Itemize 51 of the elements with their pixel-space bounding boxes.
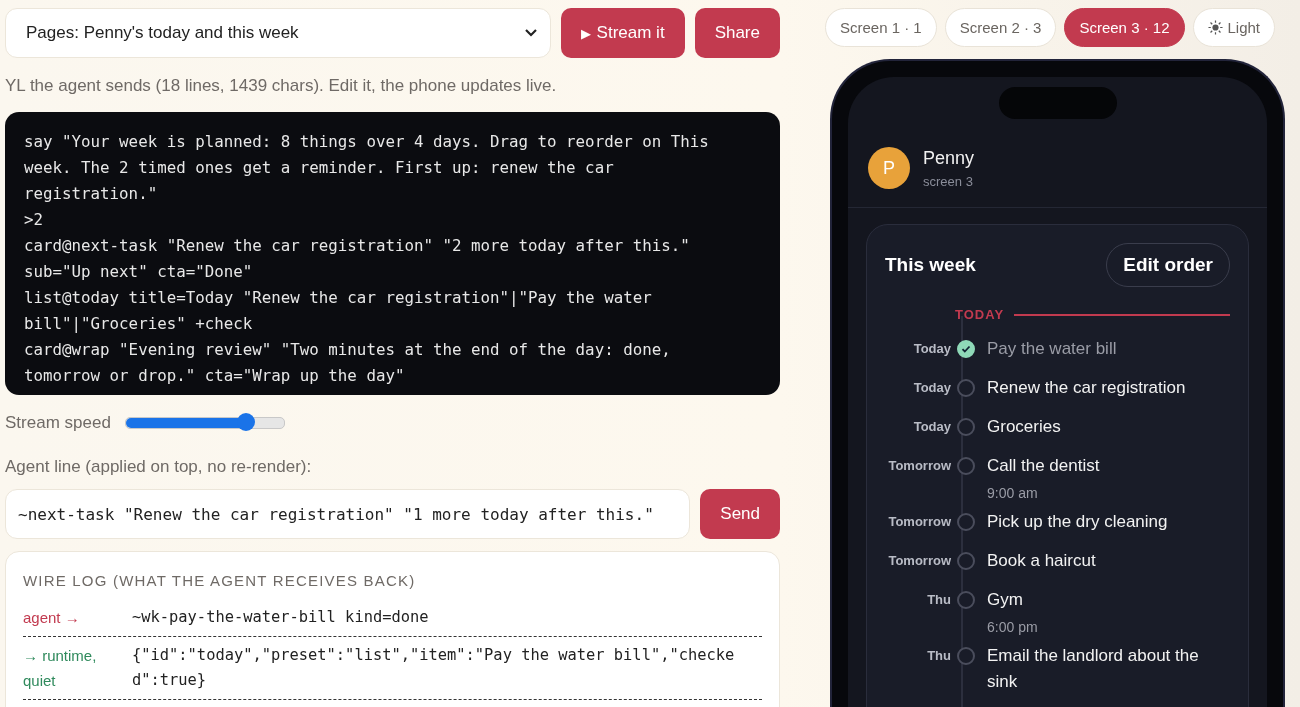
- direction-label: agent →: [23, 608, 81, 628]
- task-title: Book a haircut: [987, 550, 1097, 572]
- task-title: Pay the water bill: [987, 338, 1118, 360]
- section-heading: TODAY: [955, 307, 1005, 322]
- card-title: This week: [885, 254, 976, 276]
- circle-icon[interactable]: [957, 647, 975, 665]
- sun-icon: [1207, 20, 1223, 35]
- description-text: YL the agent sends (18 lines, 1439 chars). Edit it, the phone updates live.: [5, 76, 558, 96]
- day-label: Today: [912, 418, 951, 436]
- task-title: Groceries: [987, 416, 1062, 438]
- screen-tab[interactable]: Screen 3 · 12: [1064, 8, 1185, 47]
- circle-icon[interactable]: [957, 552, 975, 570]
- day-label: Today: [912, 340, 951, 358]
- agent-line-label: Agent line (applied on top, no re-render):: [5, 457, 313, 477]
- stream-speed-label: Stream speed: [5, 413, 111, 433]
- day-label: Tomorrow: [887, 513, 951, 531]
- code-editor[interactable]: say "Your week is planned: 8 things over 4 days. Drag to reorder on This week. The 2 timed ones get a reminder. First up: renew the car registration." >2 card@next-task "Renew the car registration" "2 more today after this." sub="Up next" cta="Done" list@today title=Today "Renew the car registration"|"Pay the water bill"|"Groceries" +check card@wrap "Evening review" "Two minutes at the end of the day: done, tomorrow or drop." cta="Wrap up the day": [5, 112, 780, 395]
- day-label: Tomorrow: [887, 457, 951, 475]
- circle-icon[interactable]: [957, 457, 975, 475]
- day-label: Thu: [926, 591, 951, 609]
- log-message: {"id":"today","preset":"list","item":"Pay the water bill","checked":true}: [132, 645, 736, 691]
- circle-icon[interactable]: [957, 418, 975, 436]
- task-title: Email the landlord about the sink: [987, 645, 1200, 693]
- theme-button[interactable]: Light: [1192, 8, 1276, 47]
- screen-tab[interactable]: Screen 1 · 1: [825, 8, 937, 47]
- user-name: Penny: [923, 147, 975, 169]
- task-title: Call the dentist: [987, 455, 1101, 477]
- wire-log-title: WIRE LOG (WHAT THE AGENT RECEIVES BACK): [23, 572, 417, 589]
- log-message: ~wk-pay-the-water-bill kind=done: [132, 607, 430, 628]
- share-button[interactable]: Share: [694, 8, 780, 58]
- circle-icon[interactable]: [957, 513, 975, 531]
- agent-line-field[interactable]: ~next-task "Renew the car registration" "1 more today after this.": [5, 489, 691, 539]
- send-button[interactable]: Send: [700, 489, 780, 539]
- task-title: Pick up the dry cleaning: [987, 511, 1169, 533]
- day-label: Thu: [926, 647, 951, 665]
- direction-label: → runtime, quiet: [23, 646, 98, 691]
- task-title: Gym: [987, 589, 1024, 611]
- page-select[interactable]: Pages: Penny's today and this week: [5, 8, 551, 58]
- day-label: Today: [912, 379, 951, 397]
- day-label: Tomorrow: [887, 552, 951, 570]
- avatar: P: [868, 147, 910, 189]
- task-time: 9:00 am: [987, 485, 1039, 501]
- user-subtitle: screen 3: [923, 173, 974, 189]
- circle-icon[interactable]: [957, 591, 975, 609]
- circle-icon[interactable]: [957, 379, 975, 397]
- screen-tab[interactable]: Screen 2 · 3: [944, 8, 1057, 47]
- stream-button[interactable]: ▶ Stream it: [560, 8, 685, 58]
- chevron-down-icon: [523, 28, 538, 38]
- task-title: Renew the car registration: [987, 377, 1187, 399]
- check-icon[interactable]: [957, 340, 975, 358]
- task-time: 6:00 pm: [987, 619, 1039, 635]
